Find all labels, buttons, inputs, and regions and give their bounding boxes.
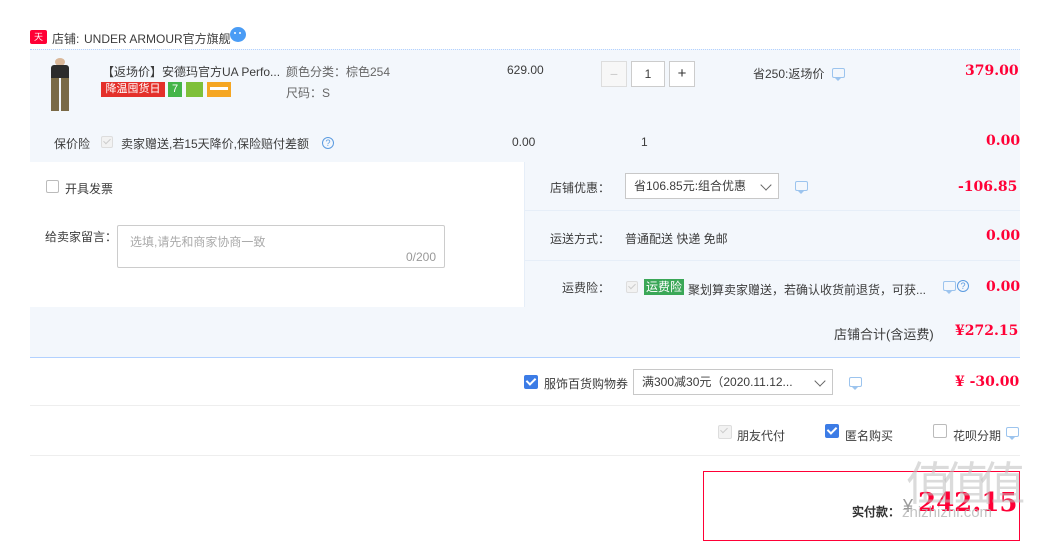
size-attribute: 尺码：S bbox=[286, 86, 331, 100]
coupon-label[interactable]: 服饰百货购物券 bbox=[544, 375, 628, 392]
promo-badge: 降温囤货日 bbox=[101, 82, 165, 97]
shipping-value: 普通配送 快递 免邮 bbox=[625, 232, 728, 246]
shipping-amount: 0.00 bbox=[986, 228, 1021, 244]
anonymous-checkbox[interactable] bbox=[825, 424, 839, 438]
item-title-link[interactable]: 【返场价】安德玛官方UA Perfo... bbox=[102, 63, 280, 80]
message-icon[interactable] bbox=[943, 281, 956, 294]
message-placeholder: 选填,请先和商家协商一致 bbox=[130, 235, 266, 249]
shipping-label: 运送方式： bbox=[550, 232, 611, 246]
coupon-checkbox[interactable] bbox=[524, 375, 538, 389]
shop-total-label: 店铺合计(含运费) bbox=[834, 327, 934, 342]
discount-note: 省250:返场价 bbox=[753, 67, 825, 81]
message-label: 给卖家留言： bbox=[45, 230, 118, 244]
help-icon[interactable]: ? bbox=[322, 137, 334, 149]
shop-label: 店铺: bbox=[52, 32, 80, 46]
right-options-divider-1 bbox=[525, 210, 1020, 211]
insurance-checkbox[interactable] bbox=[101, 136, 113, 148]
shop-name-link[interactable]: UNDER ARMOUR官方旗舰 bbox=[84, 30, 231, 47]
message-icon[interactable] bbox=[1006, 427, 1019, 440]
unit-price: 629.00 bbox=[507, 63, 544, 77]
huabei-label[interactable]: 花呗分期 bbox=[953, 427, 1001, 444]
invoice-checkbox[interactable] bbox=[46, 180, 59, 193]
wangwang-icon[interactable] bbox=[230, 27, 246, 42]
coupon-select[interactable]: 满300减30元（2020.11.12... bbox=[633, 369, 833, 395]
chevron-down-icon bbox=[814, 375, 826, 387]
message-icon[interactable] bbox=[832, 68, 845, 81]
coupon-selected: 满300减30元（2020.11.12... bbox=[642, 375, 793, 389]
divider bbox=[30, 455, 1020, 456]
shop-discount-selected: 省106.85元:组合优惠 bbox=[634, 179, 747, 193]
message-icon[interactable] bbox=[849, 377, 862, 390]
shop-discount-amount: -106.85 bbox=[958, 179, 1018, 195]
seven-day-return-icon: 7 bbox=[168, 82, 182, 97]
coupon-amount: ¥ -30.00 bbox=[955, 374, 1020, 390]
freight-insurance-description: 聚划算卖家赠送，若确认收货前退货，可获... bbox=[688, 283, 927, 297]
quantity-minus-button[interactable]: − bbox=[601, 61, 627, 87]
anonymous-label[interactable]: 匿名购买 bbox=[845, 427, 893, 444]
message-icon[interactable] bbox=[795, 181, 808, 194]
friend-pay-label[interactable]: 朋友代付 bbox=[737, 427, 785, 444]
right-options-divider-2 bbox=[525, 260, 1020, 261]
chevron-down-icon bbox=[760, 179, 772, 191]
insurance-subtotal: 0.00 bbox=[986, 133, 1021, 149]
watermark-url: zhizhizhi.com bbox=[902, 504, 993, 521]
freight-insurance-amount: 0.00 bbox=[986, 279, 1021, 295]
color-attribute: 颜色分类：棕色254 bbox=[286, 65, 391, 79]
freight-insurance-label: 运费险： bbox=[562, 281, 611, 295]
guarantee-icon bbox=[186, 82, 203, 97]
shop-total-amount: ¥272.15 bbox=[955, 323, 1019, 339]
friend-pay-checkbox[interactable] bbox=[718, 425, 732, 439]
tmall-badge: 天猫 bbox=[30, 30, 47, 56]
credit-card-icon bbox=[207, 82, 231, 97]
huabei-checkbox[interactable] bbox=[933, 424, 947, 438]
help-icon[interactable]: ? bbox=[957, 280, 969, 292]
shop-discount-label: 店铺优惠： bbox=[550, 181, 611, 195]
message-textarea[interactable]: 选填,请先和商家协商一致 0/200 bbox=[117, 225, 445, 268]
insurance-label: 保价险 bbox=[54, 137, 91, 151]
quantity-plus-button[interactable]: + bbox=[669, 61, 695, 87]
divider bbox=[30, 405, 1020, 406]
item-subtotal: 379.00 bbox=[965, 63, 1019, 79]
quantity-input[interactable]: 1 bbox=[631, 61, 665, 87]
message-counter: 0/200 bbox=[405, 250, 436, 264]
insurance-description: 卖家赠送,若15天降价,保险赔付差额 bbox=[121, 137, 310, 151]
freight-insurance-tag: 运费险 bbox=[644, 279, 685, 295]
insurance-qty: 1 bbox=[641, 135, 648, 149]
insurance-price: 0.00 bbox=[512, 135, 536, 149]
freight-insurance-checkbox[interactable] bbox=[626, 281, 638, 293]
invoice-label[interactable]: 开具发票 bbox=[65, 180, 113, 197]
pay-label: 实付款： bbox=[852, 505, 901, 519]
shop-discount-select[interactable]: 省106.85元:组合优惠 bbox=[625, 173, 779, 199]
product-image[interactable] bbox=[42, 58, 80, 113]
